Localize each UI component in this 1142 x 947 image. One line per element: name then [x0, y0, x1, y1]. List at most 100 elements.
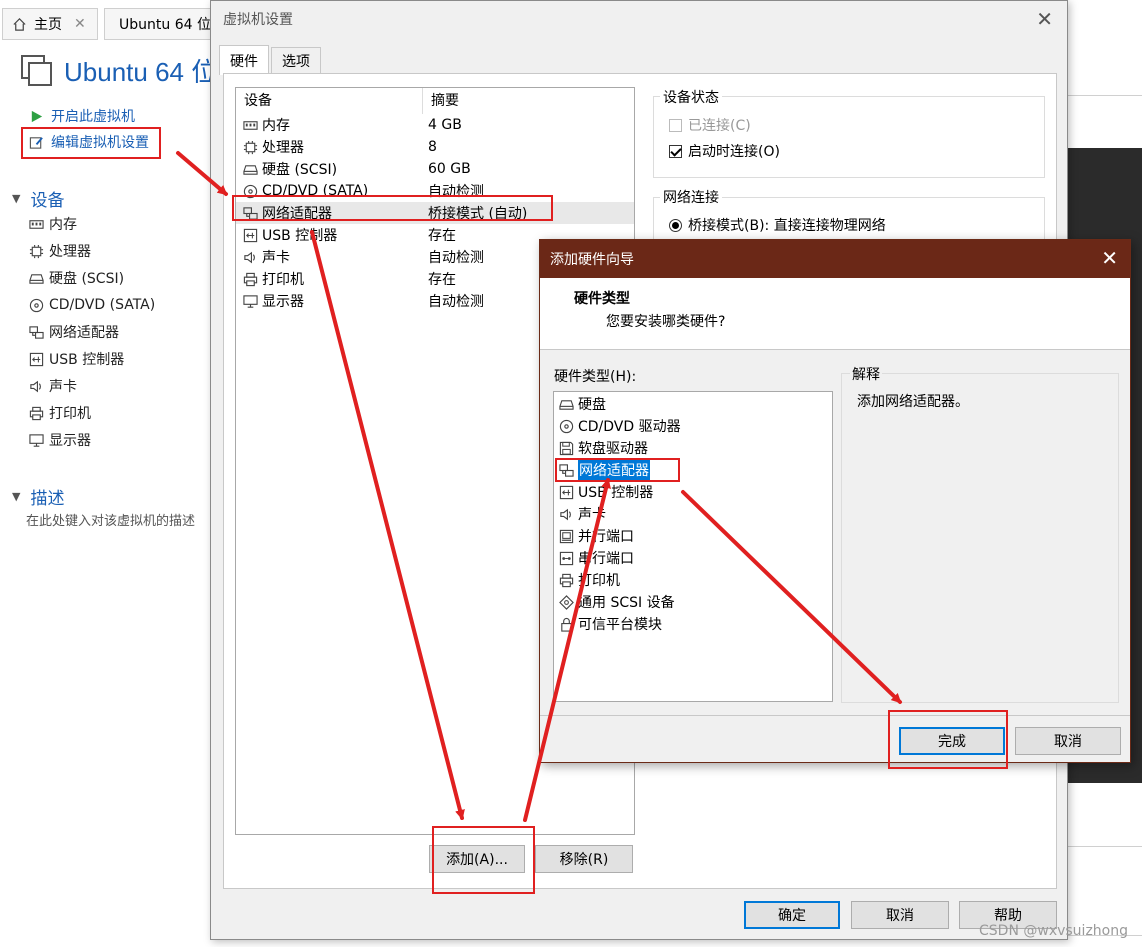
hardware-type-name: 硬盘	[578, 397, 606, 413]
display-icon	[242, 294, 259, 309]
checkbox-box[interactable]	[669, 144, 682, 158]
tab-label: Ubuntu 64 位	[119, 17, 211, 33]
annotation-box-edit-settings	[21, 127, 161, 159]
device-table-header: 设备 摘要	[236, 88, 634, 114]
tab-hardware[interactable]: 硬件	[219, 45, 269, 75]
summary-cell: 自动检测	[428, 250, 484, 266]
remove-button[interactable]: 移除(R)	[535, 845, 633, 873]
dialog-title: 虚拟机设置	[223, 12, 293, 28]
power-on-action[interactable]: 开启此虚拟机	[28, 104, 135, 128]
connected-checkbox: 已连接(C)	[669, 115, 751, 135]
ok-button[interactable]: 确定	[744, 901, 840, 929]
table-row[interactable]: 内存 4 GB	[236, 114, 634, 136]
sidebar-device-item[interactable]: 网络适配器	[28, 320, 119, 344]
network-adapter-icon	[28, 325, 45, 340]
radio-dot[interactable]	[669, 218, 682, 232]
sidebar-device-label: 硬盘 (SCSI)	[49, 271, 125, 287]
cdrom-icon	[28, 298, 45, 313]
wizard-title: 添加硬件向导	[550, 252, 634, 268]
explain-panel: 添加网络适配器。	[841, 373, 1119, 703]
vm-icon	[20, 54, 54, 88]
list-item[interactable]: 并行端口	[558, 525, 634, 547]
description-section-header[interactable]: ▼ 描述	[12, 484, 64, 509]
close-icon[interactable]: ✕	[1036, 7, 1053, 31]
list-item[interactable]: USB 控制器	[558, 481, 653, 503]
checkbox-label: 已连接(C)	[688, 118, 751, 134]
device-cell: 处理器	[236, 137, 420, 157]
sidebar-device-item[interactable]: 声卡	[28, 374, 77, 398]
sidebar-device-item[interactable]: USB 控制器	[28, 347, 124, 371]
column-header-device[interactable]: 设备	[236, 88, 423, 114]
hardware-type-name: CD/DVD 驱动器	[578, 419, 681, 435]
floppy-icon	[558, 441, 575, 456]
divider	[1068, 846, 1142, 847]
hardware-type-name: 通用 SCSI 设备	[578, 595, 675, 611]
tab-ubuntu[interactable]: Ubuntu 64 位	[104, 8, 216, 40]
list-item[interactable]: 软盘驱动器	[558, 437, 648, 459]
sidebar-device-label: USB 控制器	[49, 352, 125, 368]
annotation-box-add-button	[432, 826, 535, 894]
list-item[interactable]: CD/DVD 驱动器	[558, 415, 681, 437]
device-cell: USB 控制器	[236, 225, 420, 245]
list-item[interactable]: 硬盘	[558, 393, 606, 415]
description-hint[interactable]: 在此处键入对该虚拟机的描述	[26, 510, 195, 529]
list-item[interactable]: 通用 SCSI 设备	[558, 591, 675, 613]
sidebar-device-item[interactable]: 处理器	[28, 239, 91, 263]
collapse-triangle-icon[interactable]: ▼	[12, 192, 20, 205]
connect-on-start-checkbox[interactable]: 启动时连接(O)	[669, 141, 780, 161]
memory-icon	[242, 118, 259, 133]
column-header-summary[interactable]: 摘要	[423, 88, 459, 114]
table-row[interactable]: 处理器 8	[236, 136, 634, 158]
cancel-button[interactable]: 取消	[851, 901, 949, 929]
watermark: CSDN @wxvsuizhong	[979, 923, 1128, 939]
device-name: 打印机	[262, 272, 304, 288]
sidebar-device-label: 网络适配器	[49, 325, 119, 341]
sound-icon	[558, 507, 575, 522]
network-connection-label: 网络连接	[660, 187, 722, 207]
device-cell: 打印机	[236, 269, 420, 289]
device-status-label: 设备状态	[660, 87, 722, 107]
summary-cell: 8	[428, 139, 437, 155]
sound-icon	[242, 250, 259, 265]
sidebar-device-item[interactable]: CD/DVD (SATA)	[28, 293, 155, 317]
add-hardware-wizard: 添加硬件向导 ✕ 硬件类型 您要安装哪类硬件? 硬件类型(H): 硬盘 CD/DV…	[539, 239, 1131, 763]
devices-section-header[interactable]: ▼ 设备	[12, 186, 64, 211]
cdrom-icon	[558, 419, 575, 434]
list-item[interactable]: 可信平台模块	[558, 613, 662, 635]
radio-label: 桥接模式(B): 直接连接物理网络	[688, 218, 886, 234]
tab-home[interactable]: 主页 ✕	[2, 8, 98, 40]
bridged-radio[interactable]: 桥接模式(B): 直接连接物理网络	[669, 215, 886, 235]
section-title: 设备	[30, 191, 65, 211]
device-cell: 显示器	[236, 291, 420, 311]
summary-cell: 存在	[428, 272, 456, 288]
sound-icon	[28, 379, 45, 394]
sidebar-device-label: 内存	[49, 217, 77, 233]
collapse-triangle-icon[interactable]: ▼	[12, 490, 20, 503]
sidebar-device-label: 处理器	[49, 244, 91, 260]
sidebar-device-item[interactable]: 内存	[28, 212, 77, 236]
sidebar-device-item[interactable]: 打印机	[28, 401, 91, 425]
play-icon	[28, 109, 45, 124]
sidebar-device-item[interactable]: 显示器	[28, 428, 91, 452]
wizard-cancel-button[interactable]: 取消	[1015, 727, 1121, 755]
usb-icon	[28, 352, 45, 367]
close-icon[interactable]: ✕	[1101, 246, 1118, 270]
device-cell: 硬盘 (SCSI)	[236, 159, 420, 179]
harddisk-icon	[242, 162, 259, 177]
list-item[interactable]: 打印机	[558, 569, 620, 591]
hardware-type-name: 软盘驱动器	[578, 441, 648, 457]
device-name: USB 控制器	[262, 228, 338, 244]
sidebar-device-item[interactable]: 硬盘 (SCSI)	[28, 266, 124, 290]
tab-options[interactable]: 选项	[271, 47, 321, 74]
close-icon[interactable]: ✕	[74, 16, 86, 32]
list-item[interactable]: 声卡	[558, 503, 606, 525]
hardware-type-name: 打印机	[578, 573, 620, 589]
scsi-icon	[558, 594, 575, 610]
hardware-type-name: 声卡	[578, 507, 606, 523]
explain-label: 解释	[850, 364, 882, 384]
sidebar-device-label: CD/DVD (SATA)	[49, 297, 156, 313]
list-item[interactable]: 串行端口	[558, 547, 634, 569]
table-row[interactable]: 硬盘 (SCSI) 60 GB	[236, 158, 634, 180]
hardware-type-list[interactable]: 硬盘 CD/DVD 驱动器 软盘驱动器 网络适配器 USB 控制器 声卡 并行端口 串行端口打…	[553, 391, 833, 702]
display-icon	[28, 433, 45, 448]
